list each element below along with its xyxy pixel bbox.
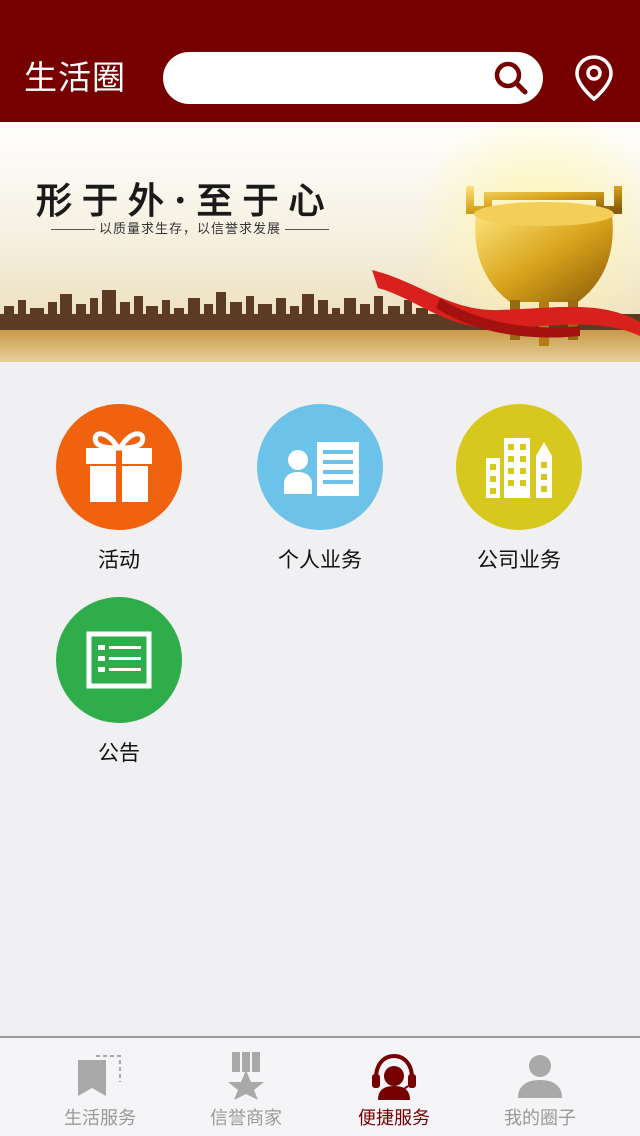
tab-life-services[interactable]: 生活服务 [20, 1038, 180, 1136]
tab-label: 信誉商家 [210, 1108, 282, 1129]
banner-slogan: 形于外·至于心 [36, 180, 335, 222]
search-field[interactable] [163, 52, 543, 104]
location-pin-icon[interactable] [574, 54, 614, 102]
gift-icon [56, 404, 182, 530]
banner-subtitle: 以质量求生存，以信誉求发展 [40, 218, 340, 237]
tab-label: 我的圈子 [504, 1108, 576, 1129]
tab-quick-services[interactable]: 便捷服务 [314, 1038, 474, 1136]
tab-trusted-merchants[interactable]: 信誉商家 [166, 1038, 326, 1136]
tab-label: 生活服务 [64, 1108, 136, 1129]
buildings-icon [456, 404, 582, 530]
medal-star-icon [228, 1052, 264, 1100]
service-label: 活动 [98, 548, 140, 572]
bottom-tab-bar: 生活服务 信誉商家 便捷服务 我的圈子 [0, 1036, 640, 1136]
bookmark-icon [78, 1055, 121, 1096]
list-board-icon [56, 597, 182, 723]
service-label: 个人业务 [278, 548, 362, 572]
banner-subtitle-text: 以质量求生存，以信誉求发展 [98, 222, 281, 237]
service-announcement[interactable]: 公告 [40, 597, 200, 797]
service-label: 公告 [98, 741, 140, 765]
top-bar: 生活圈 [0, 0, 640, 122]
service-label: 公司业务 [477, 548, 561, 572]
tab-label: 便捷服务 [358, 1108, 430, 1129]
headset-agent-icon [372, 1053, 416, 1100]
service-personal-business[interactable]: 个人业务 [241, 404, 401, 604]
promo-banner[interactable]: 形于外·至于心 以质量求生存，以信誉求发展 [0, 122, 640, 362]
person-card-icon [257, 404, 383, 530]
user-icon [518, 1055, 562, 1098]
search-icon[interactable] [493, 60, 529, 96]
service-activity[interactable]: 活动 [40, 404, 200, 604]
app-title: 生活圈 [24, 58, 126, 97]
service-company-business[interactable]: 公司业务 [440, 404, 600, 604]
tab-my-circle[interactable]: 我的圈子 [460, 1038, 620, 1136]
banner-artwork [0, 122, 640, 362]
